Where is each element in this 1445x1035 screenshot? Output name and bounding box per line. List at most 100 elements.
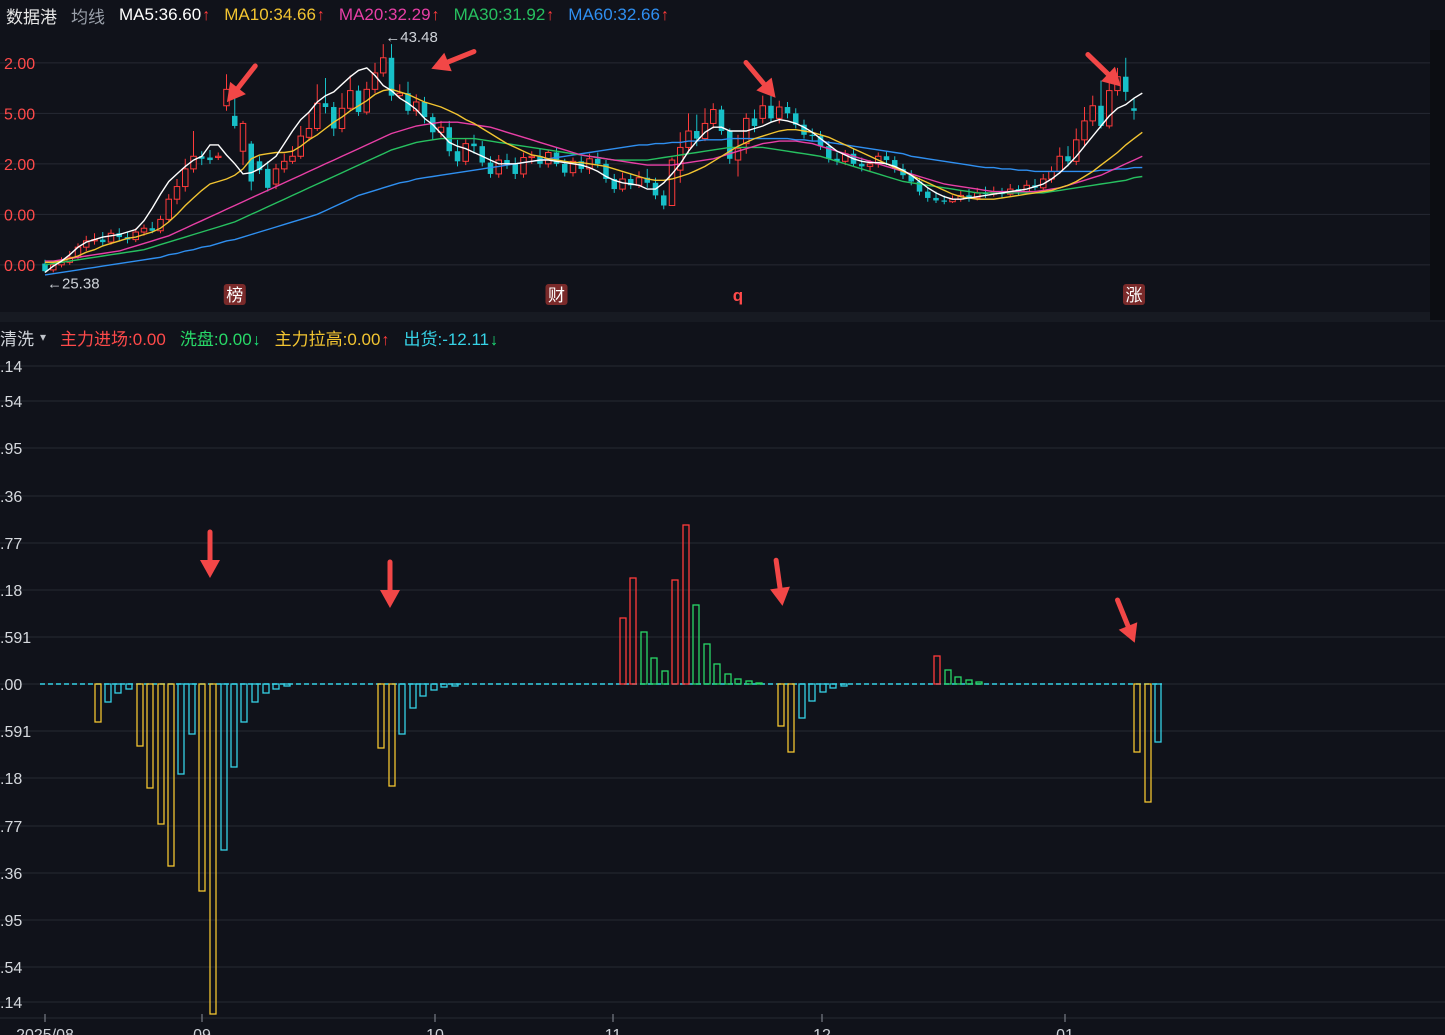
event-marker-label: 涨 [1126,286,1143,305]
candle-body [1089,105,1096,122]
candle [380,44,387,77]
indicator-bar [114,683,122,694]
candle [314,84,321,132]
ma5-line [44,67,1143,273]
event-marker[interactable]: 财 [545,284,568,305]
candle [173,178,181,205]
indicator-bar [975,681,983,685]
candle-body [232,115,238,126]
candle [925,187,931,202]
candle-body [759,105,766,119]
x-tick-label: 09 [193,1027,211,1035]
red-arrow-icon [770,557,790,606]
candle-body [661,195,667,206]
indicator-tick-label: .95 [0,441,22,458]
candle [462,138,469,166]
indicator-bar [283,683,291,687]
indicator-bar [262,683,270,694]
indicator-bar [671,579,679,685]
candle [338,93,346,133]
candle [479,141,485,167]
indicator-tick-label: .14 [0,359,22,376]
candle-body [925,191,931,198]
indicator-bar [745,680,753,685]
x-tick-label: 2025/08 [16,1027,74,1035]
stock-chart[interactable]: 2.00 5.00 2.00 0.00 0.00 ←43.48 ←25.38 榜 财 q 涨 .14.… [0,0,1445,1035]
indicator-bar [419,683,427,697]
indicator-bar [1154,683,1162,743]
candle-body [479,146,485,163]
candle [661,190,667,210]
indicator-bar [220,683,228,851]
candle [331,101,337,137]
indicator-tick-label: .54 [0,960,22,977]
candle-body [1123,76,1129,92]
indicator-tick-label: .77 [0,536,22,553]
indicator-tick-label: .18 [0,771,22,788]
candle-body [710,109,717,124]
indicator-bar [440,683,448,688]
indicator-bar [777,683,785,727]
indicator-bar [692,604,700,685]
candle-body [933,197,939,201]
candle [289,146,296,164]
price-tick-label: 0.00 [4,258,35,275]
indicator-bar [944,669,952,685]
candle [520,152,527,178]
candle-body [100,239,106,243]
candle [454,139,461,167]
candle-body [322,103,329,108]
indicator-bar [619,617,627,685]
candle-body [668,159,676,207]
candle-body [289,155,296,162]
candle [248,141,254,191]
red-arrow-icon [380,559,400,608]
candle-body [859,163,865,167]
price-tick-label: 2.00 [4,157,35,174]
indicator-tick-label: .591 [0,724,31,741]
arrow-head [380,590,400,608]
candle [685,113,692,154]
ma10-line [45,88,1143,263]
indicator-bar [829,683,837,689]
candle-body [272,168,280,185]
candle [165,194,172,222]
candle [834,152,840,166]
candle-body [248,143,254,182]
indicator-tick-label: .36 [0,866,22,883]
candle-body [347,90,354,109]
event-marker[interactable]: 涨 [1123,284,1145,305]
candle [239,120,247,166]
indicator-bar [157,683,165,825]
indicator-bar [409,683,417,709]
candle-body [396,92,403,97]
candle [281,153,288,173]
red-arrow-icon [1115,597,1138,643]
candle-body [140,227,148,233]
candle [1032,178,1038,191]
event-marker[interactable]: q [733,286,743,305]
candle-body [314,102,321,129]
candle-body [331,107,337,129]
red-arrow-icon [200,529,220,578]
candle [892,156,898,173]
candle-body [471,143,477,147]
candle-body [380,57,387,74]
candle [611,173,617,193]
indicator-tick-label: .54 [0,394,22,411]
arrow-head [200,560,220,578]
indicator-bar [398,683,406,735]
candle [537,148,543,168]
event-marker-label: 榜 [226,286,243,305]
candle [727,128,733,164]
indicator-bar [230,683,238,768]
candle [1073,128,1080,166]
event-marker[interactable]: 榜 [223,284,246,305]
indicator-bar [1144,683,1152,803]
arrow-shaft [1115,597,1132,633]
arrow-head [431,52,452,72]
candle [190,131,197,173]
indicator-bar [787,683,795,753]
candle-body [182,168,189,188]
red-arrow-icon [743,60,776,98]
